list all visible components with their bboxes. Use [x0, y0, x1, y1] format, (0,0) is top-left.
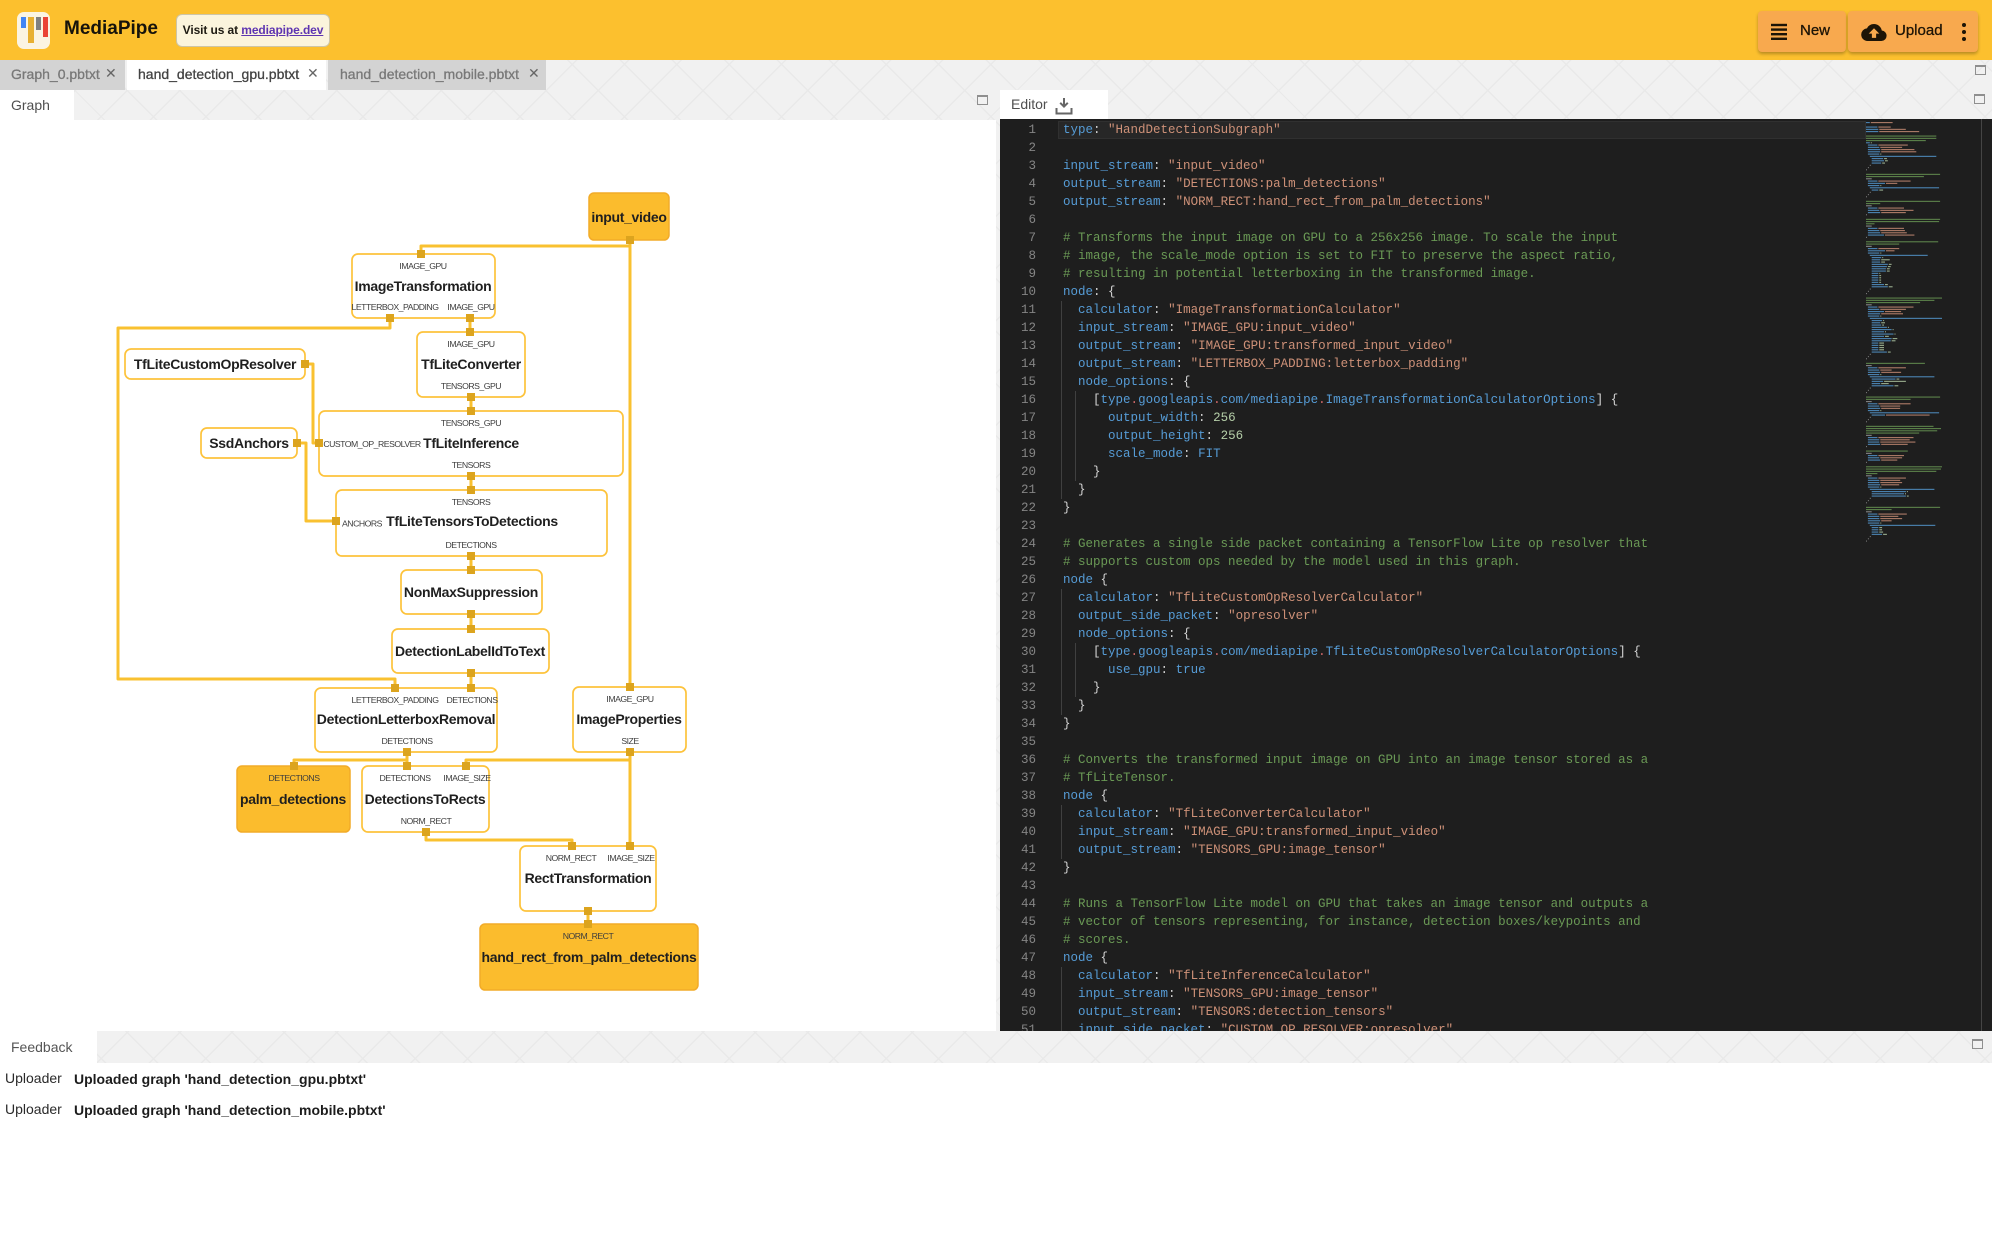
svg-text:RectTransformation: RectTransformation: [525, 870, 652, 886]
svg-text:TfLiteInference: TfLiteInference: [423, 435, 519, 451]
svg-text:ImageProperties: ImageProperties: [576, 711, 682, 727]
svg-text:TfLiteTensorsToDetections: TfLiteTensorsToDetections: [386, 513, 558, 529]
svg-text:palm_detections: palm_detections: [240, 791, 346, 807]
svg-text:TENSORS_GPU: TENSORS_GPU: [441, 381, 501, 391]
svg-text:TfLiteConverter: TfLiteConverter: [421, 356, 522, 372]
svg-text:DetectionLabelIdToText: DetectionLabelIdToText: [395, 643, 546, 659]
svg-text:IMAGE_GPU: IMAGE_GPU: [399, 261, 446, 271]
svg-text:DetectionLetterboxRemoval: DetectionLetterboxRemoval: [317, 711, 495, 727]
svg-text:NORM_RECT: NORM_RECT: [546, 853, 598, 863]
svg-text:IMAGE_SIZE: IMAGE_SIZE: [607, 853, 655, 863]
svg-text:TfLiteCustomOpResolver: TfLiteCustomOpResolver: [134, 356, 297, 372]
svg-text:NORM_RECT: NORM_RECT: [401, 816, 453, 826]
svg-text:input_video: input_video: [591, 209, 666, 225]
svg-text:IMAGE_GPU: IMAGE_GPU: [447, 339, 494, 349]
svg-text:TENSORS: TENSORS: [452, 460, 491, 470]
svg-text:CUSTOM_OP_RESOLVER: CUSTOM_OP_RESOLVER: [323, 439, 421, 449]
svg-text:DetectionsToRects: DetectionsToRects: [365, 791, 486, 807]
svg-text:DETECTIONS: DETECTIONS: [269, 773, 321, 783]
svg-text:LETTERBOX_PADDING: LETTERBOX_PADDING: [352, 695, 440, 705]
svg-text:NonMaxSuppression: NonMaxSuppression: [404, 584, 538, 600]
svg-text:TENSORS: TENSORS: [452, 497, 491, 507]
svg-text:IMAGE_GPU: IMAGE_GPU: [447, 302, 494, 312]
svg-text:NORM_RECT: NORM_RECT: [563, 931, 615, 941]
svg-text:LETTERBOX_PADDING: LETTERBOX_PADDING: [352, 302, 440, 312]
svg-text:ANCHORS: ANCHORS: [342, 519, 383, 529]
svg-text:DETECTIONS: DETECTIONS: [446, 540, 498, 550]
svg-text:DETECTIONS: DETECTIONS: [382, 736, 434, 746]
svg-text:SIZE: SIZE: [621, 736, 639, 746]
svg-text:IMAGE_SIZE: IMAGE_SIZE: [443, 773, 491, 783]
svg-text:hand_rect_from_palm_detections: hand_rect_from_palm_detections: [481, 949, 697, 965]
svg-text:DETECTIONS: DETECTIONS: [380, 773, 432, 783]
svg-text:ImageTransformation: ImageTransformation: [355, 278, 492, 294]
svg-text:TENSORS_GPU: TENSORS_GPU: [441, 418, 501, 428]
svg-text:IMAGE_GPU: IMAGE_GPU: [606, 694, 653, 704]
svg-text:DETECTIONS: DETECTIONS: [447, 695, 499, 705]
svg-text:SsdAnchors: SsdAnchors: [209, 435, 289, 451]
